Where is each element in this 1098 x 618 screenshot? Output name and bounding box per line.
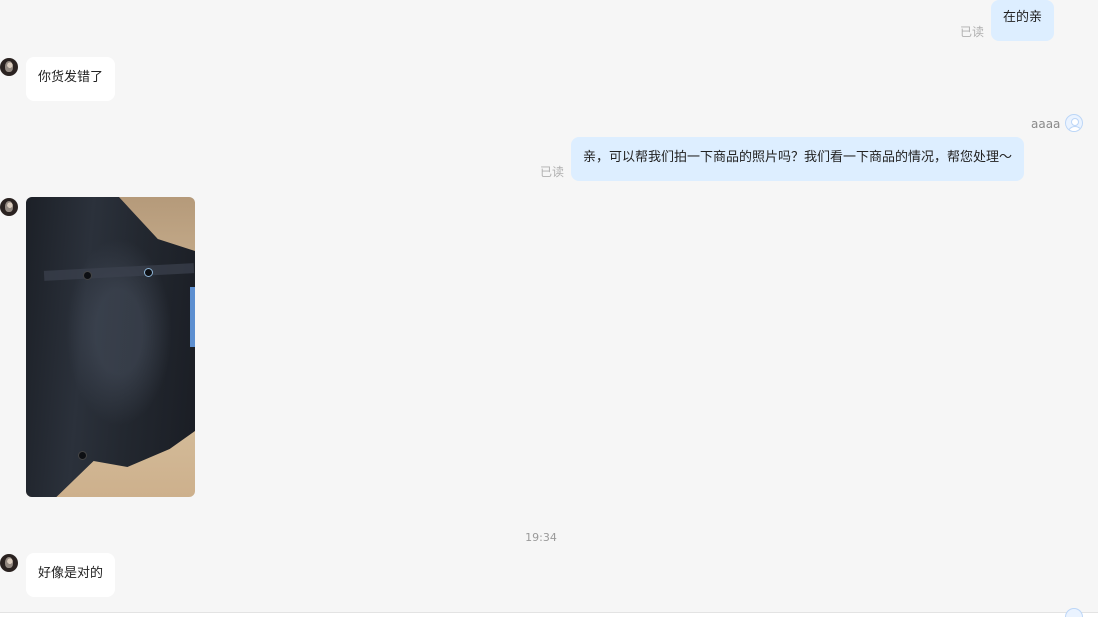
- shirt-button: [78, 451, 87, 460]
- read-status: 已读: [960, 25, 985, 39]
- incoming-message[interactable]: 好像是对的: [26, 553, 116, 597]
- incoming-message[interactable]: 你货发错了: [26, 57, 116, 101]
- outgoing-message[interactable]: 亲，可以帮我们拍一下商品的照片吗？我们看一下商品的情况，帮您处理～: [571, 137, 1025, 181]
- input-area-edge: [0, 612, 1098, 618]
- outgoing-message[interactable]: 在的亲: [991, 0, 1055, 41]
- chat-area[interactable]: 已读 在的亲 你货发错了 aaaa 已读 亲，可以帮我们拍一下商品的照片吗？我们…: [0, 0, 1098, 612]
- shirt-button: [83, 271, 92, 280]
- customer-avatar[interactable]: [0, 554, 18, 572]
- shirt-shape: [26, 197, 195, 497]
- shirt-button: [144, 268, 153, 277]
- read-status: 已读: [540, 165, 565, 179]
- product-photo[interactable]: [26, 197, 195, 497]
- message-timestamp: 19:34: [525, 531, 557, 544]
- agent-avatar[interactable]: [1065, 114, 1083, 132]
- customer-avatar[interactable]: [0, 198, 18, 216]
- agent-name: aaaa: [1031, 117, 1061, 131]
- customer-avatar[interactable]: [0, 58, 18, 76]
- photo-detail: [190, 287, 195, 347]
